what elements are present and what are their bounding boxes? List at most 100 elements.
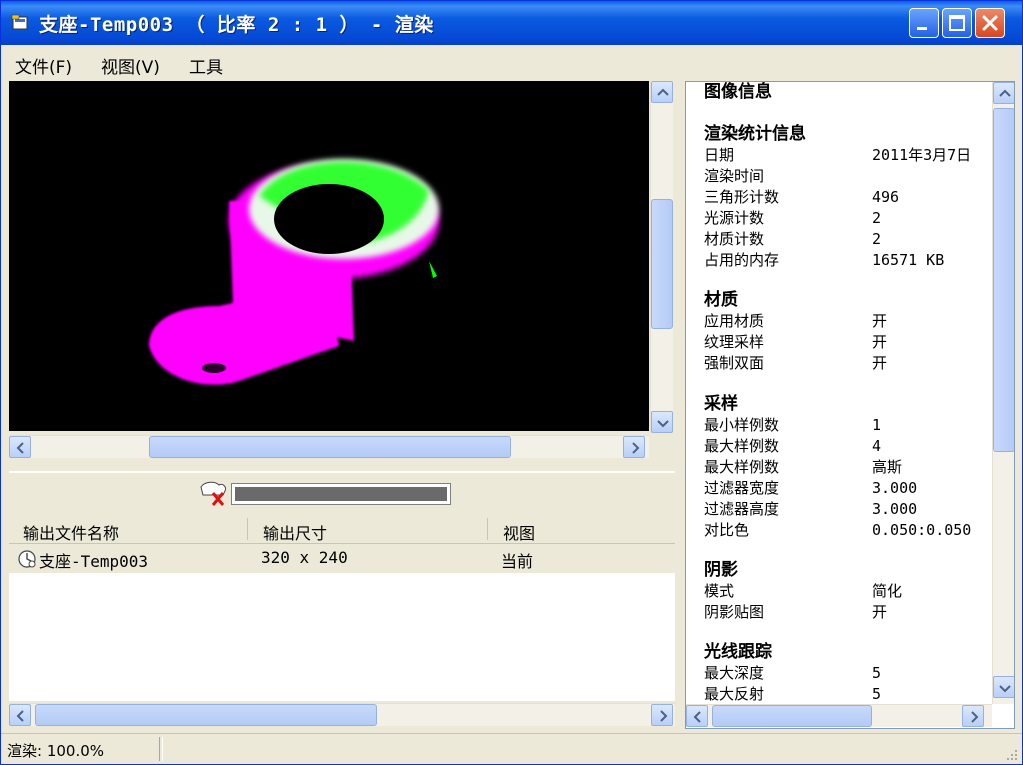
info-value: 3.000: [872, 500, 918, 518]
info-value: 4: [872, 437, 882, 455]
scroll-down-button[interactable]: [651, 411, 673, 433]
scroll-up-button[interactable]: [993, 82, 1014, 104]
status-bar: 渲染: 100.0%: [1, 733, 1022, 764]
title-bar[interactable]: 支座-Temp003 （ 比率 2 : 1 ） - 渲染: [1, 1, 1022, 45]
info-value: 开: [872, 312, 888, 330]
info-label: 材质计数: [704, 230, 765, 248]
render-window: 支座-Temp003 （ 比率 2 : 1 ） - 渲染 文件(F) 视图(V)…: [0, 0, 1023, 765]
info-label: 日期: [704, 146, 735, 164]
render-file-icon: [18, 550, 36, 568]
column-header-view[interactable]: 视图: [503, 520, 535, 544]
chevron-left-icon: [693, 711, 701, 723]
scroll-right-button[interactable]: [651, 704, 673, 726]
viewport-hscroll-thumb[interactable]: [149, 436, 511, 458]
chevron-left-icon: [16, 710, 24, 722]
info-value: 2: [872, 230, 882, 248]
menu-tools[interactable]: 工具: [189, 53, 223, 78]
render-progress-fill: [235, 487, 447, 501]
chevron-up-icon: [999, 89, 1011, 97]
info-value: 2: [872, 209, 882, 227]
close-button[interactable]: [975, 8, 1005, 38]
chevron-left-icon: [16, 442, 24, 454]
info-label: 最大深度: [704, 664, 765, 682]
status-divider: [159, 737, 163, 761]
close-icon: [982, 15, 998, 31]
image-info-panel: 图像信息 渲染统计信息 日期 2011年3月7日 渲染时间 三角形计数 496 …: [685, 81, 1015, 729]
maximize-icon: [949, 15, 965, 31]
cancel-render-icon[interactable]: [197, 479, 231, 509]
section-heading: 材质: [704, 290, 738, 310]
chevron-down-icon: [657, 420, 669, 428]
section-heading: 阴影: [704, 560, 738, 580]
output-list-hscroll-thumb[interactable]: [35, 704, 377, 726]
info-label: 纹理采样: [704, 333, 765, 351]
chevron-down-icon: [999, 685, 1011, 693]
output-view: 当前: [501, 552, 534, 571]
info-value: 开: [872, 333, 888, 351]
scroll-right-button[interactable]: [623, 436, 645, 458]
output-list-body: [9, 573, 675, 701]
viewport-vscrollbar[interactable]: [650, 81, 673, 433]
column-header-filename[interactable]: 输出文件名称: [23, 520, 119, 544]
info-value: 0.050:0.050: [872, 521, 972, 539]
viewport-hscrollbar[interactable]: [9, 435, 649, 458]
column-divider[interactable]: [247, 518, 248, 540]
info-value: 1: [872, 416, 882, 434]
info-vscroll-thumb[interactable]: [993, 108, 1014, 452]
render-progress-bar: [231, 483, 451, 505]
scroll-down-button[interactable]: [993, 676, 1014, 698]
maximize-button[interactable]: [942, 8, 972, 38]
window-title: 支座-Temp003 （ 比率 2 : 1 ） - 渲染: [39, 14, 434, 36]
status-text: 渲染: 100.0%: [7, 742, 105, 760]
info-value: 开: [872, 354, 888, 372]
info-label: 模式: [704, 582, 735, 600]
scroll-right-button[interactable]: [962, 705, 984, 727]
scroll-up-button[interactable]: [651, 81, 673, 103]
info-label: 应用材质: [704, 312, 765, 330]
viewport-vscroll-thumb[interactable]: [651, 199, 673, 329]
output-list-hscrollbar[interactable]: [9, 703, 675, 726]
info-label: 最大样例数: [704, 458, 780, 476]
info-value: 开: [872, 603, 888, 621]
output-list-row[interactable]: 支座-Temp003 320 x 240 当前: [9, 544, 675, 572]
column-header-size[interactable]: 输出尺寸: [263, 520, 327, 544]
resize-grip-icon[interactable]: [1003, 746, 1019, 762]
info-label: 强制双面: [704, 354, 765, 372]
info-label: 最小样例数: [704, 416, 780, 434]
output-size: 320 x 240: [261, 548, 348, 567]
output-filename: 支座-Temp003: [39, 552, 149, 571]
info-label: 阴影贴图: [704, 603, 765, 621]
info-label: 光源计数: [704, 209, 765, 227]
menu-view[interactable]: 视图(V): [101, 53, 160, 78]
info-label: 最大样例数: [704, 437, 780, 455]
app-icon: [11, 14, 28, 30]
info-hscroll-thumb[interactable]: [712, 705, 872, 727]
info-title: 图像信息: [704, 82, 772, 102]
section-heading: 光线跟踪: [704, 642, 772, 662]
info-value: 高斯: [872, 458, 903, 476]
section-heading: 采样: [704, 394, 738, 414]
info-hscrollbar[interactable]: [686, 704, 992, 727]
scroll-left-button[interactable]: [9, 436, 31, 458]
info-value: 5: [872, 685, 882, 703]
info-vscrollbar[interactable]: [992, 82, 1014, 704]
minimize-button[interactable]: [909, 8, 939, 38]
info-value: 3.000: [872, 479, 918, 497]
info-value: 2011年3月7日: [872, 146, 972, 164]
menu-file[interactable]: 文件(F): [15, 53, 72, 78]
info-value: 16571 KB: [872, 251, 945, 269]
info-label: 对比色: [704, 521, 750, 539]
info-label: 渲染时间: [704, 167, 765, 185]
info-label: 三角形计数: [704, 188, 780, 206]
info-label: 过滤器宽度: [704, 479, 780, 497]
scroll-left-button[interactable]: [9, 704, 31, 726]
render-viewport: [9, 81, 649, 431]
chevron-right-icon: [632, 442, 640, 454]
scroll-left-button[interactable]: [686, 705, 708, 727]
column-divider[interactable]: [487, 518, 488, 540]
minimize-icon: [917, 27, 927, 30]
chevron-right-icon: [660, 710, 668, 722]
info-value: 496: [872, 188, 900, 206]
info-value: 5: [872, 664, 882, 682]
output-list-header: 输出文件名称 输出尺寸 视图: [9, 515, 675, 544]
